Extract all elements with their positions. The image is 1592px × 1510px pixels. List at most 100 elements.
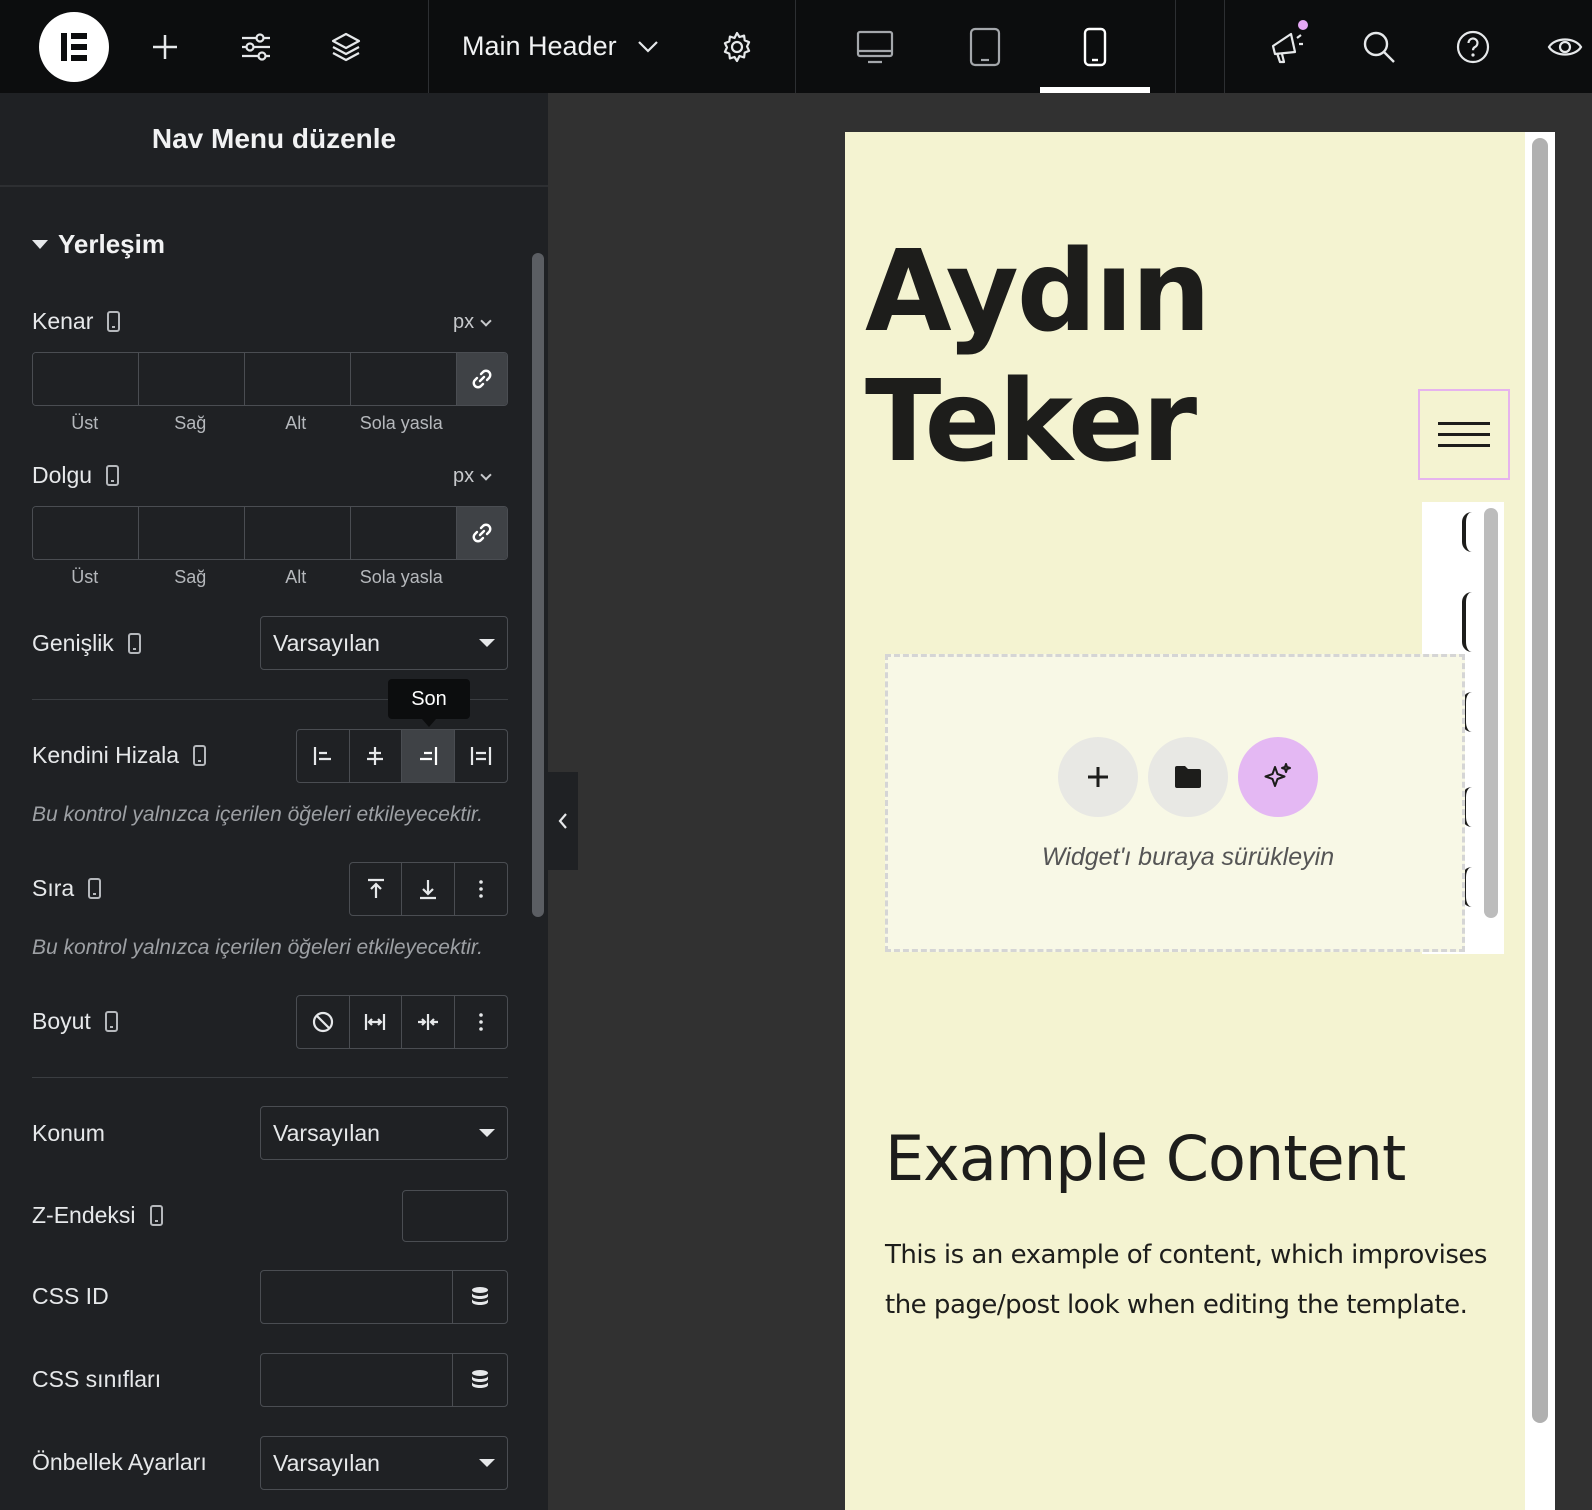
size-more-button[interactable]	[455, 996, 508, 1048]
padding-unit-select[interactable]: px	[453, 465, 492, 488]
desktop-view-button[interactable]	[850, 0, 900, 93]
position-label-text: Konum	[32, 1119, 105, 1146]
whats-new-button[interactable]	[1262, 0, 1312, 93]
more-vertical-icon	[478, 1013, 483, 1031]
responsive-mobile-icon[interactable]	[88, 877, 102, 899]
responsive-mobile-icon[interactable]	[193, 744, 207, 766]
order-label-text: Sıra	[32, 874, 75, 901]
preview-button[interactable]	[1545, 0, 1592, 93]
align-center-icon	[367, 747, 384, 765]
responsive-mobile-icon[interactable]	[106, 464, 120, 486]
mobile-icon	[1083, 27, 1107, 66]
cache-select[interactable]: Varsayılan	[260, 1436, 508, 1490]
order-first-button[interactable]	[350, 863, 403, 915]
nav-menu-toggle[interactable]	[1418, 389, 1510, 480]
margin-unit: px	[453, 311, 475, 333]
more-vertical-icon	[479, 880, 483, 898]
size-label-text: Boyut	[32, 1007, 91, 1034]
side-label: Sola yasla	[359, 413, 443, 433]
width-value: Varsayılan	[273, 629, 380, 656]
dropzone-text: Widget'ı buraya sürükleyin	[1041, 843, 1335, 871]
content-text: This is an example of content, which imp…	[885, 1240, 1487, 1320]
css-classes-input[interactable]	[261, 1354, 453, 1406]
css-classes-field	[260, 1353, 508, 1407]
align-stretch-icon	[470, 747, 491, 765]
order-last-button[interactable]	[402, 863, 455, 915]
tablet-icon	[969, 27, 1001, 66]
size-grow-button[interactable]	[350, 996, 402, 1048]
elementor-logo-button[interactable]	[38, 0, 110, 93]
add-template-button[interactable]	[1148, 737, 1228, 817]
z-index-input[interactable]	[402, 1190, 508, 1242]
padding-left-input[interactable]	[351, 507, 457, 559]
menu-item-glyph	[1462, 592, 1476, 652]
size-label: Boyut	[32, 1004, 118, 1038]
width-select[interactable]: Varsayılan	[260, 616, 508, 670]
align-self-end-button[interactable]	[402, 730, 455, 782]
padding-top-input[interactable]	[33, 507, 139, 559]
position-select[interactable]: Varsayılan	[260, 1106, 508, 1160]
responsive-mobile-icon[interactable]	[149, 1204, 163, 1226]
panel-collapse-button[interactable]	[548, 772, 578, 870]
editor-panel: Nav Menu düzenle Yerleşim Kenar px Üst S…	[0, 93, 548, 1510]
margin-bottom-input[interactable]	[245, 353, 351, 405]
position-value: Varsayılan	[273, 1119, 380, 1146]
top-bar: Main Header	[0, 0, 1592, 93]
panel-scrollbar[interactable]	[532, 253, 544, 917]
tablet-view-button[interactable]	[960, 0, 1010, 93]
widget-dropzone[interactable]: Widget'ı buraya sürükleyin	[885, 654, 1465, 952]
margin-left-input[interactable]	[351, 353, 457, 405]
dynamic-tags-button[interactable]	[453, 1354, 507, 1406]
responsive-mobile-icon[interactable]	[107, 310, 121, 332]
padding-link-button[interactable]	[457, 507, 507, 559]
padding-bottom-input[interactable]	[245, 507, 351, 559]
help-button[interactable]	[1448, 0, 1498, 93]
chevron-down-icon	[480, 468, 492, 481]
mobile-view-button[interactable]	[1070, 0, 1120, 93]
hamburger-line	[1438, 422, 1490, 425]
margin-label: Kenar	[32, 304, 121, 338]
align-self-note: Bu kontrol yalnızca içerilen öğeleri etk…	[32, 803, 483, 826]
cache-label-text: Önbellek Ayarları	[32, 1448, 207, 1475]
align-self-center-button[interactable]	[350, 730, 402, 782]
order-group	[349, 862, 508, 916]
padding-label-text: Dolgu	[32, 461, 93, 488]
side-label: Üst	[71, 413, 99, 433]
cache-value: Varsayılan	[273, 1449, 380, 1476]
panel-title: Nav Menu düzenle	[151, 123, 397, 154]
margin-top-input[interactable]	[33, 353, 139, 405]
add-element-button[interactable]	[140, 0, 190, 93]
align-self-label: Kendini Hizala	[32, 738, 207, 772]
margin-link-button[interactable]	[457, 353, 507, 405]
gear-icon	[723, 31, 751, 62]
margin-unit-select[interactable]: px	[453, 311, 492, 334]
align-self-stretch-button[interactable]	[455, 730, 508, 782]
responsive-mobile-icon[interactable]	[104, 1010, 118, 1032]
size-none-button[interactable]	[297, 996, 350, 1048]
preview-scrollbar[interactable]	[1532, 138, 1548, 1423]
dropzone-buttons	[1058, 737, 1318, 817]
dynamic-tags-button[interactable]	[453, 1271, 507, 1323]
margin-right-input[interactable]	[139, 353, 245, 405]
search-icon	[1363, 31, 1395, 63]
search-button[interactable]	[1354, 0, 1404, 93]
padding-right-input[interactable]	[139, 507, 245, 559]
top-bar-separator	[1224, 0, 1225, 93]
document-title-dropdown[interactable]: Main Header	[462, 0, 672, 93]
css-id-input[interactable]	[261, 1271, 453, 1323]
page-settings-button[interactable]	[712, 0, 762, 93]
panel-header: Nav Menu düzenle	[0, 93, 548, 187]
size-shrink-button[interactable]	[402, 996, 455, 1048]
section-toggle-layout[interactable]: Yerleşim	[32, 229, 165, 260]
side-label: Sola yasla	[359, 567, 443, 587]
align-self-group	[296, 729, 508, 783]
responsive-mobile-icon[interactable]	[127, 632, 141, 654]
ai-generate-button[interactable]	[1238, 737, 1318, 817]
align-self-start-button[interactable]	[297, 730, 350, 782]
expand-horizontal-icon	[365, 1014, 386, 1030]
chevron-left-icon	[558, 813, 567, 829]
site-settings-button[interactable]	[230, 0, 282, 93]
order-more-button[interactable]	[455, 863, 507, 915]
add-section-button[interactable]	[1058, 737, 1138, 817]
structure-button[interactable]	[320, 0, 372, 93]
